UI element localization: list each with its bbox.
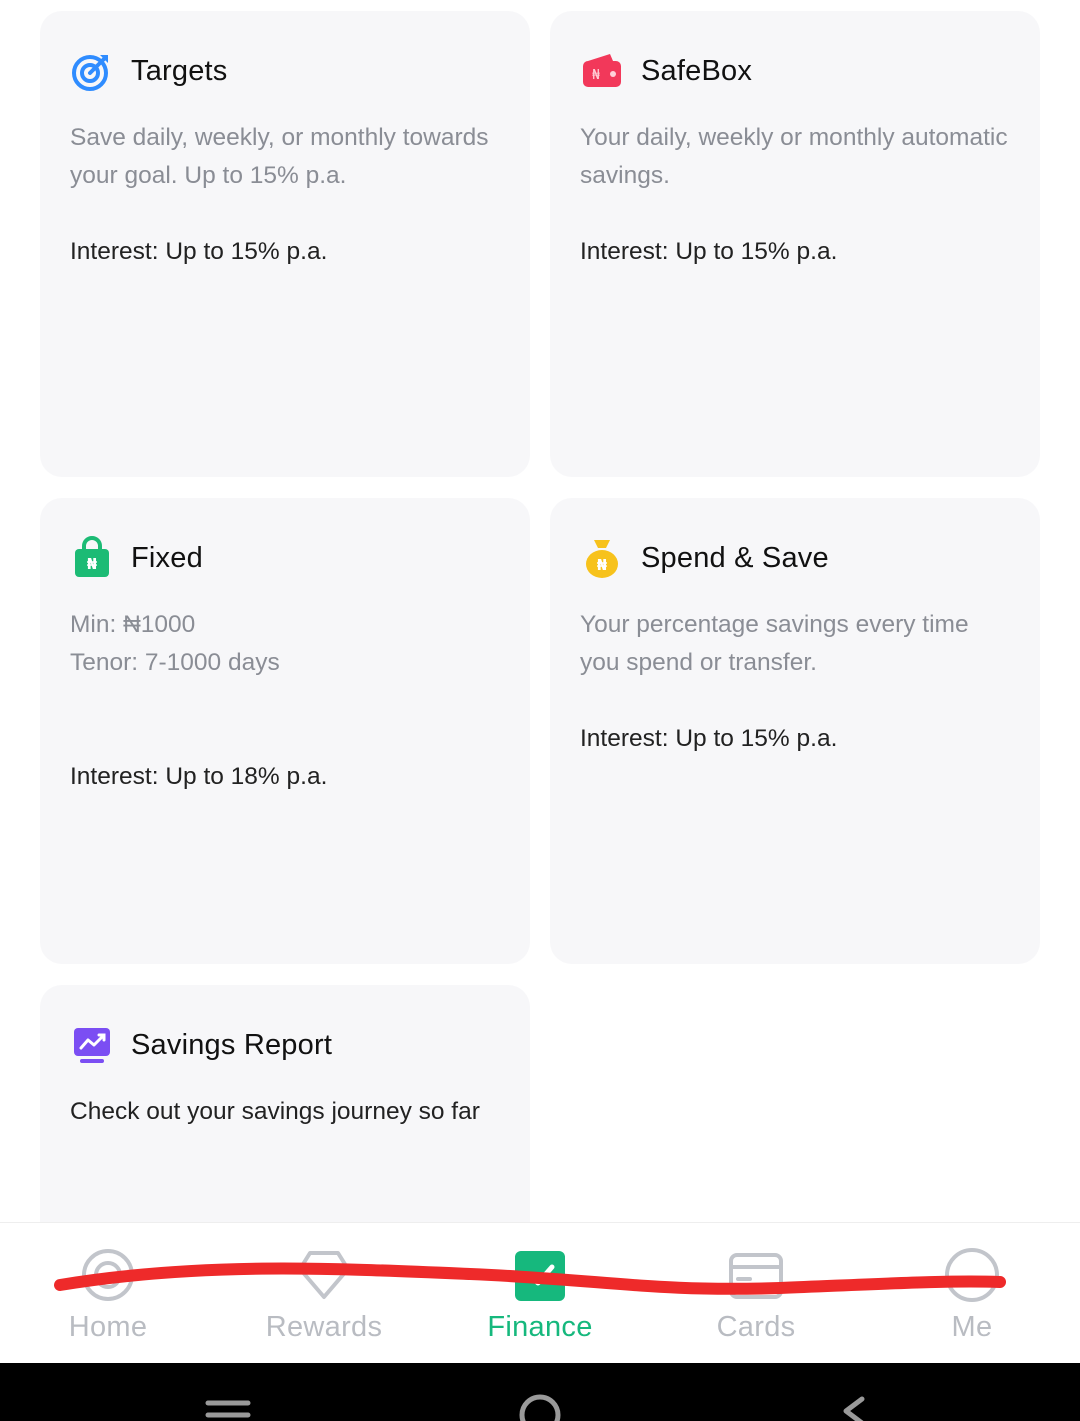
tab-home-label: Home xyxy=(68,1311,148,1343)
fixed-card[interactable]: ₦ Fixed Min: ₦1000 Tenor: 7-1000 days In… xyxy=(40,498,530,964)
money-bag-icon-currency: ₦ xyxy=(597,556,608,574)
chart-monitor-icon xyxy=(70,1023,114,1067)
back-button[interactable] xyxy=(843,1396,865,1421)
bottom-tab-bar: Home Rewards Finance Cards Me xyxy=(0,1222,1080,1363)
lock-bag-icon: ₦ xyxy=(70,536,114,580)
safebox-description: Your daily, weekly or monthly automatic … xyxy=(580,124,1008,189)
fixed-interest: Interest: Up to 18% p.a. xyxy=(70,763,328,790)
targets-interest: Interest: Up to 15% p.a. xyxy=(70,238,328,265)
safebox-interest: Interest: Up to 15% p.a. xyxy=(580,238,838,265)
recents-button[interactable] xyxy=(205,1400,251,1418)
home-icon xyxy=(80,1247,136,1303)
targets-card[interactable]: Targets Save daily, weekly, or monthly t… xyxy=(40,11,530,477)
targets-card-header: Targets xyxy=(70,49,228,93)
spend-save-interest: Interest: Up to 15% p.a. xyxy=(580,725,838,752)
spend-save-card[interactable]: ₦ Spend & Save Your percentage savings e… xyxy=(550,498,1040,964)
system-navigation-bar xyxy=(0,1363,1080,1421)
safebox-card-header: ₦ SafeBox xyxy=(580,49,752,93)
tab-me[interactable]: Me xyxy=(864,1223,1080,1364)
fixed-min: Min: ₦1000 xyxy=(70,611,196,638)
money-bag-icon: ₦ xyxy=(580,536,624,580)
lock-bag-icon-currency: ₦ xyxy=(87,555,98,573)
target-icon xyxy=(70,49,114,93)
savings-report-description: Check out your savings journey so far xyxy=(70,1098,480,1125)
tab-finance[interactable]: Finance xyxy=(432,1223,648,1364)
tab-cards-label: Cards xyxy=(716,1311,796,1343)
tab-home[interactable]: Home xyxy=(0,1223,216,1364)
wallet-icon-currency: ₦ xyxy=(592,68,601,83)
tab-me-label: Me xyxy=(951,1311,993,1343)
fixed-card-header: ₦ Fixed xyxy=(70,536,203,580)
savings-report-card-header: Savings Report xyxy=(70,1023,332,1067)
fixed-tenor: Tenor: 7-1000 days xyxy=(70,649,280,676)
finance-icon xyxy=(512,1247,568,1303)
wallet-icon: ₦ xyxy=(580,49,624,93)
safebox-card[interactable]: ₦ SafeBox Your daily, weekly or monthly … xyxy=(550,11,1040,477)
card-icon xyxy=(728,1247,784,1303)
savings-report-title: Savings Report xyxy=(131,1028,333,1061)
spend-save-card-header: ₦ Spend & Save xyxy=(580,536,829,580)
spend-save-title: Spend & Save xyxy=(641,541,829,574)
system-nav-buttons xyxy=(205,1394,865,1421)
tab-rewards[interactable]: Rewards xyxy=(216,1223,432,1364)
tab-cards[interactable]: Cards xyxy=(648,1223,864,1364)
fixed-title: Fixed xyxy=(131,541,203,574)
profile-icon xyxy=(944,1247,1000,1303)
rewards-icon xyxy=(296,1247,352,1303)
home-button[interactable] xyxy=(519,1394,561,1421)
spend-save-description: Your percentage savings every time you s… xyxy=(580,611,969,676)
tab-rewards-label: Rewards xyxy=(265,1311,383,1343)
targets-title: Targets xyxy=(131,54,228,87)
targets-description: Save daily, weekly, or monthly towards y… xyxy=(70,124,489,189)
tab-finance-label: Finance xyxy=(487,1311,593,1343)
safebox-title: SafeBox xyxy=(641,54,753,87)
